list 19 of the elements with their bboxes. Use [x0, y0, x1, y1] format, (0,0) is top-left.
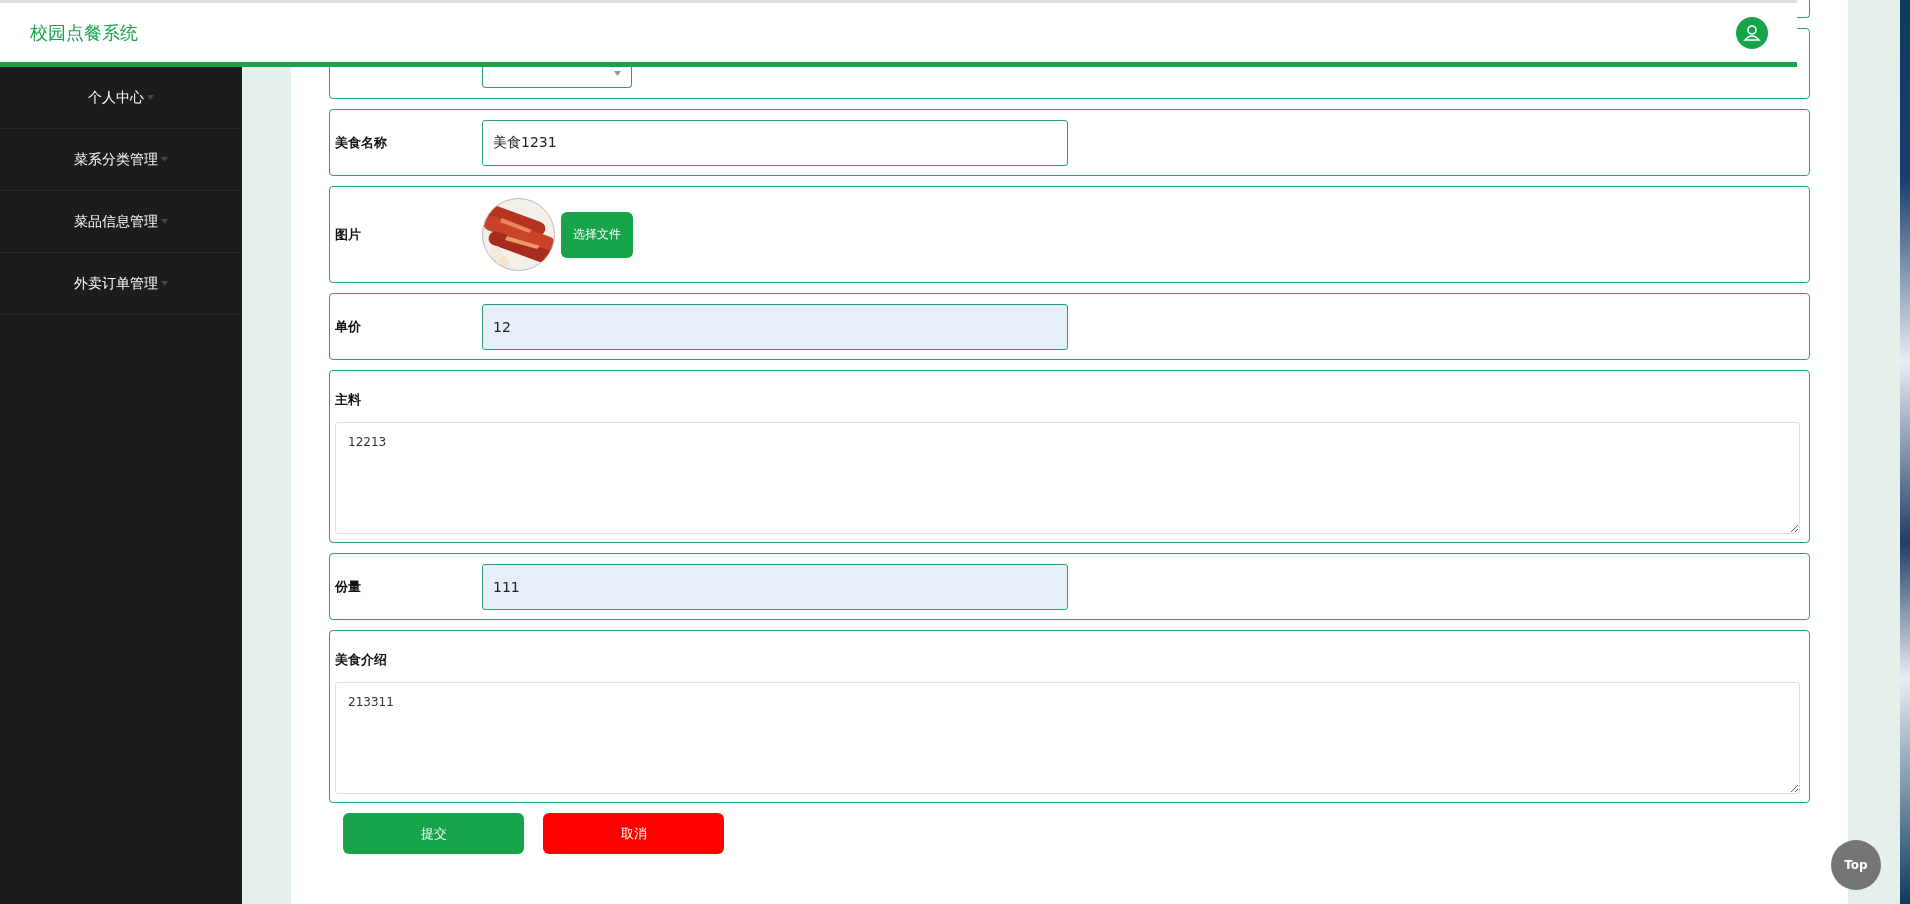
field-label: 图片	[335, 225, 362, 244]
input-field[interactable]: 美食1231	[482, 119, 1068, 166]
app-title: 校园点餐系统	[30, 20, 138, 45]
text-area[interactable]: 12213	[335, 422, 1800, 534]
field-label: 单价	[335, 317, 362, 336]
input-field[interactable]: 111	[482, 563, 1068, 610]
cancel-button[interactable]: 取消	[543, 813, 724, 854]
field-label: 主料	[335, 391, 362, 409]
text-area[interactable]: 213311	[335, 682, 1800, 794]
input-field[interactable]: 12	[482, 303, 1068, 350]
caret-icon	[161, 281, 168, 286]
caret-icon	[614, 71, 621, 76]
user-icon[interactable]	[1736, 16, 1768, 49]
caret-icon	[161, 157, 168, 162]
field-label: 美食名称	[335, 133, 388, 152]
field-label: 美食介绍	[335, 651, 388, 669]
caret-icon	[147, 95, 154, 100]
caret-icon	[161, 219, 168, 224]
field-label: 份量	[335, 577, 362, 596]
